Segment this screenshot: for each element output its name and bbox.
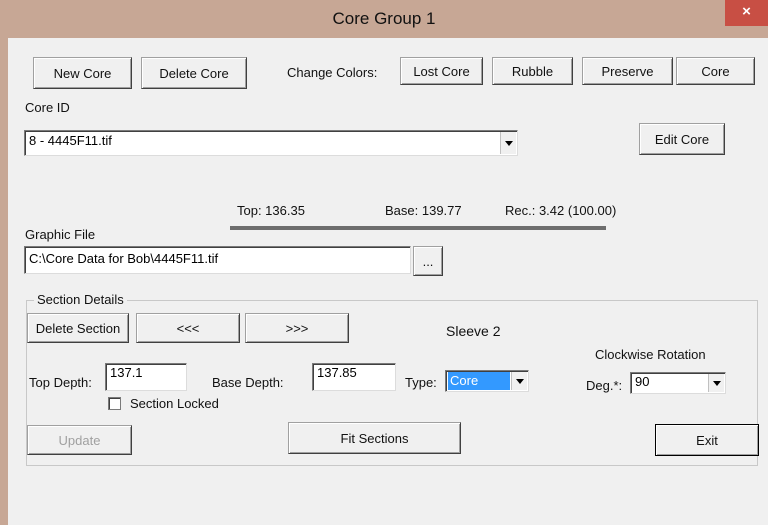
delete-core-label: Delete Core (159, 65, 229, 81)
close-button[interactable]: × (725, 0, 768, 26)
graphic-file-input[interactable]: C:\Core Data for Bob\4445F11.tif (24, 246, 411, 274)
core-extent-bar (230, 226, 606, 230)
title-bar[interactable]: Core Group 1 (0, 0, 768, 38)
base-depth-input[interactable]: 137.85 (312, 363, 396, 391)
next-section-button[interactable]: >>> (245, 313, 349, 343)
core-id-dropdown[interactable]: 8 - 4445F11.tif (24, 130, 518, 156)
core-color-button[interactable]: Core (676, 57, 755, 85)
fit-sections-label: Fit Sections (340, 430, 409, 446)
core-base-value: Base: 139.77 (385, 203, 462, 218)
delete-section-label: Delete Section (35, 320, 121, 336)
top-depth-input[interactable]: 137.1 (105, 363, 187, 391)
close-icon: × (742, 3, 751, 20)
core-top-value: Top: 136.35 (237, 203, 305, 218)
lost-core-label: Lost Core (413, 63, 470, 79)
change-colors-label: Change Colors: (287, 65, 378, 80)
clockwise-rotation-label: Clockwise Rotation (595, 347, 706, 362)
fit-sections-button[interactable]: Fit Sections (288, 422, 461, 454)
graphic-file-label: Graphic File (25, 227, 96, 242)
new-core-label: New Core (53, 65, 112, 81)
delete-section-button[interactable]: Delete Section (27, 313, 129, 343)
preserve-color-button[interactable]: Preserve (582, 57, 673, 85)
type-label: Type: (405, 375, 437, 390)
rotation-degrees-value: 90 (635, 374, 650, 389)
browse-button[interactable]: ... (413, 246, 443, 276)
update-button[interactable]: Update (27, 425, 132, 455)
chevron-down-icon[interactable] (708, 374, 724, 392)
exit-button[interactable]: Exit (655, 424, 759, 456)
next-section-label: >>> (285, 320, 309, 336)
previous-section-label: <<< (176, 320, 200, 336)
rubble-label: Rubble (511, 63, 554, 79)
type-dropdown[interactable]: Core (445, 370, 529, 392)
chevron-down-icon[interactable] (500, 132, 516, 154)
dialog-body: New Core Delete Core Change Colors: Lost… (8, 38, 768, 525)
section-details-label: Section Details (34, 292, 127, 307)
section-locked-label: Section Locked (130, 396, 219, 411)
exit-label: Exit (696, 432, 718, 448)
top-depth-value: 137.1 (110, 365, 143, 380)
base-depth-value: 137.85 (317, 365, 357, 380)
previous-section-button[interactable]: <<< (136, 313, 240, 343)
preserve-label: Preserve (601, 63, 654, 79)
core-id-label: Core ID (25, 100, 70, 115)
delete-core-button[interactable]: Delete Core (141, 57, 247, 89)
update-label: Update (58, 432, 101, 448)
window-title: Core Group 1 (332, 9, 436, 28)
chevron-down-icon[interactable] (511, 372, 527, 390)
core-label: Core (701, 63, 730, 79)
base-depth-label: Base Depth: (212, 375, 284, 390)
top-depth-label: Top Depth: (29, 375, 92, 390)
edit-core-label: Edit Core (654, 131, 710, 147)
new-core-button[interactable]: New Core (33, 57, 132, 89)
section-locked-checkbox[interactable] (108, 397, 121, 410)
graphic-file-path: C:\Core Data for Bob\4445F11.tif (29, 251, 219, 266)
browse-label: ... (422, 253, 434, 269)
rubble-color-button[interactable]: Rubble (492, 57, 573, 85)
type-selected-value: Core (448, 372, 510, 390)
core-id-value: 8 - 4445F11.tif (29, 133, 112, 148)
rotation-degrees-dropdown[interactable]: 90 (630, 372, 726, 394)
degrees-label: Deg.*: (586, 378, 623, 393)
edit-core-button[interactable]: Edit Core (639, 123, 725, 155)
lost-core-color-button[interactable]: Lost Core (400, 57, 483, 85)
core-recovery-value: Rec.: 3.42 (100.00) (505, 203, 617, 218)
sleeve-label: Sleeve 2 (446, 323, 501, 339)
